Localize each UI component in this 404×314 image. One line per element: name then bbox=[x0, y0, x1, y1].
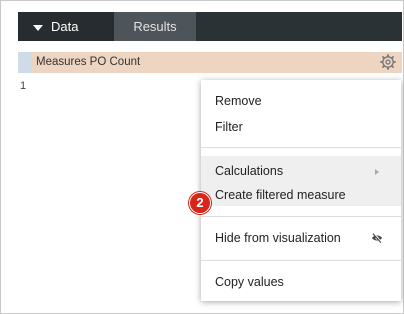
step-number-badge: 2 bbox=[189, 192, 211, 214]
eye-slash-icon bbox=[372, 232, 382, 243]
tab-data[interactable]: Data bbox=[18, 12, 114, 41]
row-number: 1 bbox=[20, 80, 27, 92]
menu-item-hide-from-visualization[interactable]: Hide from visualization bbox=[215, 231, 341, 245]
tab-results-label: Results bbox=[133, 19, 177, 34]
row-selector bbox=[18, 52, 31, 73]
context-menu: Remove Filter Calculations Create filter… bbox=[201, 80, 401, 301]
gear-icon[interactable] bbox=[380, 54, 396, 70]
measure-column-header[interactable]: Measures PO Count bbox=[18, 52, 402, 73]
menu-item-copy-values[interactable]: Copy values bbox=[215, 275, 284, 289]
tab-bar: Data Results bbox=[18, 12, 402, 41]
tab-results[interactable]: Results bbox=[114, 12, 196, 41]
chevron-right-icon bbox=[375, 169, 379, 175]
menu-item-calculations[interactable]: Calculations bbox=[215, 164, 283, 178]
menu-item-remove[interactable]: Remove bbox=[215, 94, 262, 108]
menu-divider bbox=[201, 260, 401, 261]
menu-item-filter[interactable]: Filter bbox=[215, 120, 243, 134]
menu-divider bbox=[201, 216, 401, 217]
tab-data-label: Data bbox=[51, 19, 79, 34]
menu-item-create-filtered-measure[interactable]: Create filtered measure bbox=[215, 188, 346, 202]
menu-divider bbox=[201, 147, 401, 148]
caret-down-icon bbox=[33, 25, 43, 31]
measure-column-label: Measures PO Count bbox=[36, 56, 141, 68]
